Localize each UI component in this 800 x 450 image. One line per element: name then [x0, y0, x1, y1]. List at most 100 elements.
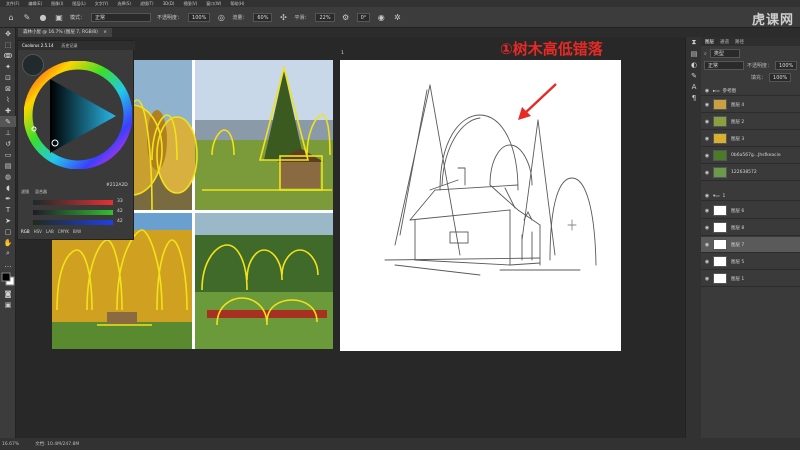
mode-select[interactable]: 正常: [91, 12, 152, 22]
eye-icon[interactable]: ◉: [701, 193, 713, 199]
menu-item-file[interactable]: 文件(F): [6, 1, 19, 7]
menu-item-edit[interactable]: 编辑(E): [28, 1, 42, 7]
document-tab[interactable]: 森林小屋 @ 16.7% (图层 7, RGB/8) ×: [18, 28, 113, 37]
smooth-input[interactable]: 22%: [315, 12, 335, 22]
type-tool-icon[interactable]: T: [0, 204, 16, 215]
brush-tool-icon-2[interactable]: ✎: [0, 116, 16, 127]
layer-opacity-input[interactable]: 100%: [775, 61, 798, 70]
crop-tool-icon[interactable]: ⊡: [0, 72, 16, 83]
menu-item-3d[interactable]: 3D(D): [163, 1, 175, 6]
mode-cmyk[interactable]: CMYK: [58, 229, 69, 234]
menu-item-layer[interactable]: 图层(L): [72, 1, 85, 7]
history-panel-icon[interactable]: ⧗: [686, 37, 702, 48]
close-icon[interactable]: ×: [103, 30, 107, 35]
eye-icon[interactable]: ◉: [701, 276, 713, 282]
layer-row[interactable]: ◉ 图层 4: [701, 97, 800, 113]
path-select-tool-icon[interactable]: ➤: [0, 215, 16, 226]
smooth-settings-icon[interactable]: ⚙: [341, 12, 351, 22]
layer-row[interactable]: ◉ 图层 3: [701, 131, 800, 147]
shape-tool-icon[interactable]: ▢: [0, 226, 16, 237]
paragraph-panel-icon[interactable]: ¶: [686, 92, 702, 103]
tab-history[interactable]: 历史记录: [62, 43, 78, 49]
move-tool-icon[interactable]: ✥: [0, 28, 16, 39]
menu-item-window[interactable]: 窗口(W): [206, 1, 221, 7]
layer-filter-select[interactable]: 类型: [709, 49, 740, 58]
marquee-tool-icon[interactable]: ⬚: [0, 39, 16, 50]
character-panel-icon[interactable]: A: [686, 81, 702, 92]
eyedropper-tool-icon[interactable]: ⌇: [0, 94, 16, 105]
brush-panel-icon[interactable]: ✎: [686, 70, 702, 81]
eraser-tool-icon[interactable]: ▭: [0, 149, 16, 160]
red-slider[interactable]: 33: [21, 199, 132, 206]
mode-bw[interactable]: B/W: [73, 229, 81, 234]
properties-panel-icon[interactable]: ▤: [686, 48, 702, 59]
layer-row[interactable]: ◉ 图层 8: [701, 220, 800, 236]
airbrush-icon[interactable]: ✣: [278, 12, 288, 22]
symmetry-icon[interactable]: ✲: [392, 12, 402, 22]
flow-input[interactable]: 60%: [253, 12, 273, 22]
eye-icon[interactable]: ◉: [701, 119, 713, 125]
history-brush-icon[interactable]: ↺: [0, 138, 16, 149]
layer-row[interactable]: ◉ 0b6a567g...Jhsfkeacie: [701, 148, 800, 164]
zoom-readout[interactable]: 16.67%: [2, 442, 19, 447]
layer-group-1[interactable]: ◉ ▾▭ 1: [701, 192, 800, 201]
adjustments-panel-icon[interactable]: ◐: [686, 59, 702, 70]
blur-tool-icon[interactable]: ◍: [0, 171, 16, 182]
menu-item-view[interactable]: 视图(V): [183, 1, 197, 7]
hand-tool-icon[interactable]: ✋: [0, 237, 16, 248]
eye-icon[interactable]: ◉: [701, 225, 713, 231]
eye-icon[interactable]: ◉: [701, 102, 713, 108]
layer-group-reference[interactable]: ◉ ▸▭ 参考图: [701, 87, 800, 96]
menu-item-select[interactable]: 选择(S): [117, 1, 131, 7]
tab-channels[interactable]: 通道: [720, 39, 729, 45]
healing-tool-icon[interactable]: ✚: [0, 105, 16, 116]
pressure-size-icon[interactable]: ◉: [376, 12, 386, 22]
more-tools-icon[interactable]: …: [0, 259, 16, 270]
zoom-tool-icon[interactable]: ⌕: [0, 248, 16, 259]
layer-row[interactable]: ◉ 图层 5: [701, 254, 800, 270]
pen-tool-icon[interactable]: ✒: [0, 193, 16, 204]
pressure-opacity-icon[interactable]: ◎: [216, 12, 226, 22]
opacity-input[interactable]: 100%: [188, 12, 211, 22]
tab-layers[interactable]: 图层: [705, 39, 714, 45]
brush-settings-icon[interactable]: ▣: [54, 12, 64, 22]
blue-slider[interactable]: 42: [21, 219, 132, 226]
eye-icon[interactable]: ◉: [701, 208, 713, 214]
mode-hsv[interactable]: HSV: [34, 229, 42, 234]
quick-select-tool-icon[interactable]: ✦: [0, 61, 16, 72]
layer-row[interactable]: ◉ 图层 2: [701, 114, 800, 130]
fill-input[interactable]: 100%: [769, 73, 792, 82]
eye-icon[interactable]: ◉: [701, 259, 713, 265]
dodge-tool-icon[interactable]: ◖: [0, 182, 16, 193]
layer-row[interactable]: ◉ 图层 6: [701, 203, 800, 219]
quick-mask-icon[interactable]: ◙: [0, 288, 16, 299]
menu-item-image[interactable]: 图像(I): [51, 1, 63, 7]
tab-mixer[interactable]: 混合器: [35, 189, 47, 195]
eye-icon[interactable]: ◉: [701, 88, 713, 94]
color-wheel[interactable]: [24, 61, 132, 169]
blend-mode-select[interactable]: 正常: [704, 61, 744, 70]
green-slider[interactable]: 42: [21, 209, 132, 216]
eye-icon[interactable]: ◉: [701, 170, 713, 176]
stamp-tool-icon[interactable]: ⊥: [0, 127, 16, 138]
menu-item-filter[interactable]: 滤镜(T): [140, 1, 154, 7]
menu-item-type[interactable]: 文字(Y): [95, 1, 109, 7]
frame-tool-icon[interactable]: ⊠: [0, 83, 16, 94]
brush-preset-icon[interactable]: ●: [38, 12, 48, 22]
layer-row-selected[interactable]: ◉ 图层 7: [701, 237, 800, 253]
layer-row[interactable]: ◉ 122638572: [701, 165, 800, 181]
mode-rgb[interactable]: RGB: [21, 229, 30, 234]
eye-icon[interactable]: ◉: [701, 153, 713, 159]
angle-input[interactable]: 0°: [356, 12, 371, 22]
eye-icon[interactable]: ◉: [701, 136, 713, 142]
home-icon[interactable]: ⌂: [6, 12, 16, 22]
gradient-tool-icon[interactable]: ▤: [0, 160, 16, 171]
layer-row[interactable]: ◉ 图层 1: [701, 271, 800, 287]
color-swatches-icon[interactable]: [0, 270, 16, 288]
menu-item-help[interactable]: 帮助(H): [230, 1, 244, 7]
tab-paths[interactable]: 路径: [735, 39, 744, 45]
lasso-tool-icon[interactable]: ↂ: [0, 50, 16, 61]
brush-tool-icon[interactable]: ✎: [22, 12, 32, 22]
screen-mode-icon[interactable]: ▣: [0, 299, 16, 310]
tab-filter[interactable]: 滤镜: [21, 189, 29, 195]
